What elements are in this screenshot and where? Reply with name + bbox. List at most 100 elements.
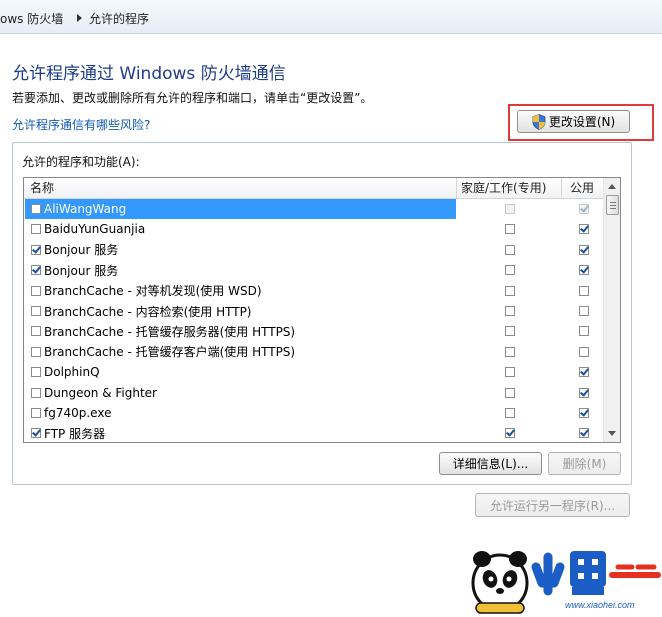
program-name-cell[interactable]: DolphinQ: [25, 362, 456, 382]
public-checkbox-cell[interactable]: [579, 306, 589, 316]
public-checkbox[interactable]: [579, 224, 589, 235]
program-name-cell[interactable]: Bonjour 服务: [25, 260, 456, 280]
program-enabled-checkbox[interactable]: [31, 326, 41, 337]
home-work-checkbox[interactable]: [505, 204, 515, 214]
public-checkbox-cell[interactable]: [579, 224, 589, 235]
program-enabled-checkbox[interactable]: [31, 224, 41, 235]
program-enabled-checkbox[interactable]: [31, 265, 41, 276]
public-checkbox-cell[interactable]: [579, 346, 589, 357]
public-checkbox[interactable]: [579, 306, 589, 316]
home-work-checkbox[interactable]: [505, 265, 515, 276]
home-work-checkbox[interactable]: [505, 306, 515, 316]
list-item[interactable]: fg740p.exe: [24, 403, 603, 423]
program-name-cell[interactable]: fg740p.exe: [25, 403, 456, 423]
program-name-cell[interactable]: BranchCache - 内容检索(使用 HTTP): [25, 301, 456, 321]
list-item[interactable]: AliWangWang: [24, 199, 603, 219]
home-work-checkbox-cell[interactable]: [505, 244, 515, 255]
allowed-programs-list[interactable]: 名称 家庭/工作(专用) 公用 AliWangWang BaiduYunGuanj…: [23, 177, 621, 443]
list-item[interactable]: Bonjour 服务: [24, 260, 603, 280]
change-settings-button[interactable]: 更改设置(N): [517, 110, 630, 133]
list-item[interactable]: DolphinQ: [24, 362, 603, 382]
public-checkbox-cell[interactable]: [579, 387, 589, 398]
program-name-cell[interactable]: BranchCache - 托管缓存客户端(使用 HTTPS): [25, 342, 456, 362]
home-work-checkbox[interactable]: [505, 408, 515, 418]
home-work-checkbox-cell[interactable]: [505, 346, 515, 357]
list-item[interactable]: BranchCache - 托管缓存客户端(使用 HTTPS): [24, 342, 603, 362]
public-checkbox-cell[interactable]: [579, 367, 589, 378]
list-item[interactable]: FTP 服务器: [24, 423, 603, 442]
breadcrumb-item-firewall[interactable]: ows 防火墙: [0, 10, 63, 27]
column-header-public[interactable]: 公用: [570, 178, 594, 199]
home-work-checkbox-cell[interactable]: [505, 367, 515, 378]
home-work-checkbox-cell[interactable]: [505, 306, 515, 316]
home-work-checkbox-cell[interactable]: [505, 204, 515, 214]
list-item[interactable]: Dungeon & Fighter: [24, 383, 603, 403]
program-name-cell[interactable]: Bonjour 服务: [25, 240, 456, 260]
public-checkbox-cell[interactable]: [579, 326, 589, 337]
scroll-up-arrow-icon[interactable]: [608, 184, 616, 189]
public-checkbox[interactable]: [579, 367, 589, 378]
program-name-cell[interactable]: Dungeon & Fighter: [25, 383, 456, 403]
program-enabled-checkbox[interactable]: [31, 387, 41, 398]
public-checkbox-cell[interactable]: [579, 285, 589, 296]
public-checkbox[interactable]: [579, 285, 589, 296]
public-checkbox-cell[interactable]: [579, 204, 589, 214]
program-name-cell[interactable]: BranchCache - 托管缓存服务器(使用 HTTPS): [25, 321, 456, 341]
program-enabled-checkbox[interactable]: [31, 244, 41, 255]
breadcrumb-chevron-icon[interactable]: [77, 14, 82, 22]
program-name-cell[interactable]: BranchCache - 对等机发现(使用 WSD): [25, 281, 456, 301]
home-work-checkbox-cell[interactable]: [505, 387, 515, 398]
list-item[interactable]: BranchCache - 对等机发现(使用 WSD): [24, 281, 603, 301]
list-item[interactable]: BranchCache - 托管缓存服务器(使用 HTTPS): [24, 321, 603, 341]
public-checkbox[interactable]: [579, 326, 589, 337]
scrollbar-thumb[interactable]: [606, 195, 619, 215]
public-checkbox[interactable]: [579, 265, 589, 276]
home-work-checkbox[interactable]: [505, 346, 515, 357]
home-work-checkbox[interactable]: [505, 367, 515, 378]
public-checkbox[interactable]: [579, 346, 589, 357]
program-name-cell[interactable]: FTP 服务器: [25, 423, 456, 442]
column-header-home-work[interactable]: 家庭/工作(专用): [461, 178, 546, 199]
home-work-checkbox-cell[interactable]: [505, 326, 515, 337]
public-checkbox-cell[interactable]: [579, 244, 589, 255]
allow-another-program-button[interactable]: 允许运行另一程序(R)...: [475, 493, 630, 517]
home-work-checkbox-cell[interactable]: [505, 265, 515, 276]
home-work-checkbox[interactable]: [505, 387, 515, 398]
public-checkbox[interactable]: [579, 428, 589, 439]
home-work-checkbox[interactable]: [505, 326, 515, 337]
program-enabled-checkbox[interactable]: [31, 408, 41, 418]
program-name-cell[interactable]: BaiduYunGuanjia: [25, 219, 456, 239]
program-enabled-checkbox[interactable]: [31, 285, 41, 296]
public-checkbox-cell[interactable]: [579, 428, 589, 439]
home-work-checkbox-cell[interactable]: [505, 408, 515, 418]
public-checkbox[interactable]: [579, 387, 589, 398]
details-button[interactable]: 详细信息(L)...: [439, 452, 542, 475]
program-enabled-checkbox[interactable]: [31, 428, 41, 439]
public-checkbox-cell[interactable]: [579, 265, 589, 276]
home-work-checkbox-cell[interactable]: [505, 428, 515, 439]
home-work-checkbox-cell[interactable]: [505, 285, 515, 296]
home-work-checkbox[interactable]: [505, 244, 515, 255]
public-checkbox[interactable]: [579, 408, 589, 418]
list-item[interactable]: Bonjour 服务: [24, 240, 603, 260]
column-header-name[interactable]: 名称: [30, 178, 54, 199]
scroll-down-arrow-icon[interactable]: [608, 431, 616, 436]
column-divider[interactable]: [561, 178, 562, 199]
program-enabled-checkbox[interactable]: [31, 367, 41, 378]
program-enabled-checkbox[interactable]: [31, 346, 41, 357]
remove-button[interactable]: 删除(M): [548, 452, 621, 475]
public-checkbox[interactable]: [579, 204, 589, 214]
list-item[interactable]: BranchCache - 内容检索(使用 HTTP): [24, 301, 603, 321]
breadcrumb-item-allowed-programs[interactable]: 允许的程序: [89, 10, 149, 27]
public-checkbox[interactable]: [579, 244, 589, 255]
home-work-checkbox-cell[interactable]: [505, 224, 515, 235]
vertical-scrollbar[interactable]: [603, 178, 620, 442]
risk-info-link[interactable]: 允许程序通信有哪些风险?: [12, 116, 150, 133]
program-enabled-checkbox[interactable]: [31, 204, 41, 214]
program-name-cell[interactable]: AliWangWang: [25, 199, 456, 219]
list-item[interactable]: BaiduYunGuanjia: [24, 219, 603, 239]
column-divider[interactable]: [456, 178, 457, 199]
home-work-checkbox[interactable]: [505, 224, 515, 235]
program-enabled-checkbox[interactable]: [31, 306, 41, 316]
public-checkbox-cell[interactable]: [579, 408, 589, 418]
